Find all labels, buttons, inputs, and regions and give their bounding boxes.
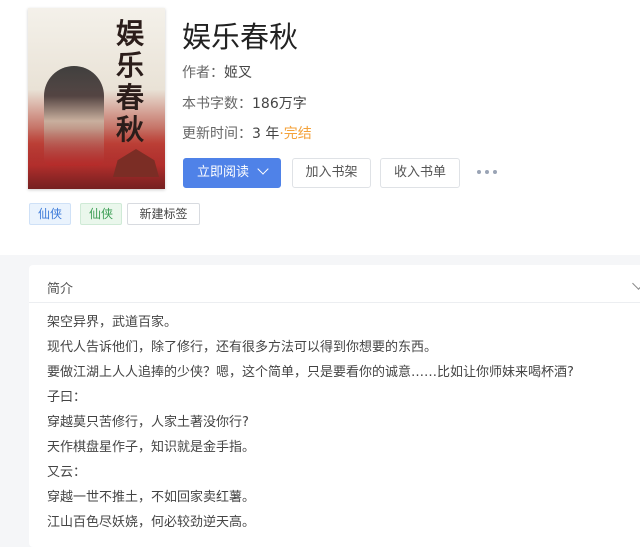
intro-line: 穿越莫只苦修行，人家土著没你行?	[47, 415, 249, 430]
intro-line: 又云：	[47, 465, 87, 480]
intro-line: 架空异界，武道百家。	[47, 315, 178, 330]
intro-line: 江山百色尽妖娆，何必较劲逆天高。	[47, 515, 256, 530]
tag-genre[interactable]: 仙侠	[29, 203, 72, 225]
update-label: 更新时间：	[182, 126, 252, 142]
more-options-icon[interactable]	[477, 170, 497, 174]
word-count-label: 本书字数：	[182, 96, 252, 112]
intro-line: 子曰：	[47, 390, 87, 405]
author-row: 作者：姬叉	[182, 62, 252, 82]
status-badge: ·完结	[279, 126, 312, 142]
intro-line: 天作棋盘星作子，知识就是金手指。	[47, 440, 256, 455]
word-count-row: 本书字数：186万字	[182, 93, 307, 113]
update-row: 更新时间：3 年·完结	[182, 123, 312, 143]
author-label: 作者：	[182, 65, 224, 81]
chevron-down-icon[interactable]	[632, 277, 640, 290]
cover-title: 娱乐春秋	[115, 17, 144, 146]
update-value: 3 年	[252, 126, 280, 142]
book-header: 娱乐春秋 娱乐春秋 作者：姬叉 本书字数：186万字 更新时间：3 年·完结 立…	[0, 0, 640, 255]
divider	[29, 302, 640, 303]
chevron-down-icon	[257, 163, 269, 175]
add-to-booklist-button[interactable]: 收入书单	[380, 158, 460, 188]
book-title: 娱乐春秋	[182, 20, 299, 54]
intro-line: 现代人告诉他们，除了修行，还有很多方法可以得到你想要的东西。	[47, 340, 438, 355]
add-to-shelf-button[interactable]: 加入书架	[292, 158, 371, 188]
author-link[interactable]: 姬叉	[224, 65, 252, 81]
intro-text: 架空异界，武道百家。 现代人告诉他们，除了修行，还有很多方法可以得到你想要的东西…	[47, 310, 640, 535]
word-count-value: 186万字	[252, 96, 307, 112]
intro-panel: 简介 架空异界，武道百家。 现代人告诉他们，除了修行，还有很多方法可以得到你想要…	[29, 265, 640, 547]
book-cover-image[interactable]: 娱乐春秋	[28, 8, 165, 189]
new-tag-button[interactable]: 新建标签	[127, 203, 200, 225]
tag-genre-secondary[interactable]: 仙侠	[80, 203, 123, 225]
intro-line: 要做江湖上人人追捧的少侠？嗯，这个简单，只是要看你的诚意……比如让你师妹来喝杯酒…	[47, 365, 574, 380]
intro-header: 简介	[47, 282, 74, 297]
intro-line: 穿越一世不推土，不如回家卖红薯。	[47, 490, 256, 505]
read-now-button[interactable]: 立即阅读	[183, 158, 281, 188]
read-now-label: 立即阅读	[196, 165, 249, 180]
